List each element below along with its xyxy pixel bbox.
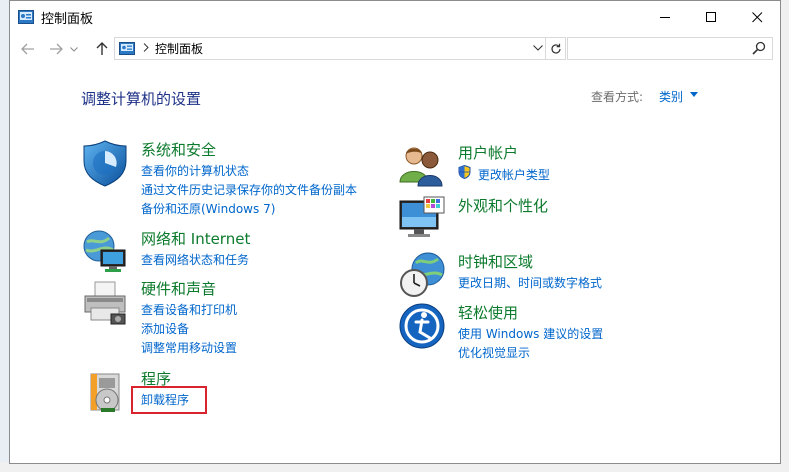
clock-globe-icon[interactable] bbox=[398, 251, 446, 299]
window-title: 控制面板 bbox=[41, 11, 94, 27]
category-user-accounts: 用户帐户 更改帐户类型 bbox=[398, 142, 728, 190]
category-programs: 程序 卸载程序 bbox=[81, 368, 381, 418]
breadcrumb-separator-icon[interactable] bbox=[143, 42, 149, 55]
forward-arrow-icon bbox=[50, 43, 63, 55]
network-globe-icon[interactable] bbox=[81, 228, 129, 276]
page-heading: 调整计算机的设置 bbox=[81, 90, 202, 108]
chevron-down-icon bbox=[70, 46, 78, 52]
category-title-clock-region[interactable]: 时钟和区域 bbox=[458, 251, 533, 272]
up-button[interactable] bbox=[92, 39, 112, 59]
category-title-system-security[interactable]: 系统和安全 bbox=[141, 139, 216, 160]
uac-shield-icon bbox=[458, 164, 471, 180]
breadcrumb-control-panel[interactable]: 控制面板 bbox=[155, 40, 203, 57]
category-appearance: 外观和个性化 bbox=[398, 195, 728, 243]
link-devices-printers[interactable]: 查看设备和打印机 bbox=[141, 301, 237, 320]
link-optimize-visual-display[interactable]: 优化视觉显示 bbox=[458, 344, 603, 363]
refresh-button[interactable] bbox=[545, 38, 565, 59]
link-windows-recommended-settings[interactable]: 使用 Windows 建议的设置 bbox=[458, 325, 603, 344]
back-arrow-icon bbox=[21, 43, 34, 55]
link-add-device[interactable]: 添加设备 bbox=[141, 320, 237, 339]
users-icon[interactable] bbox=[398, 142, 446, 190]
address-dropdown-button[interactable] bbox=[533, 41, 543, 54]
category-hardware-sound: 硬件和声音 查看设备和打印机 添加设备 调整常用移动设置 bbox=[81, 278, 381, 358]
link-change-account-type[interactable]: 更改帐户类型 bbox=[458, 164, 550, 184]
shield-icon[interactable] bbox=[81, 139, 129, 187]
category-clock-region: 时钟和区域 更改日期、时间或数字格式 bbox=[398, 251, 728, 299]
minimize-button[interactable] bbox=[642, 1, 688, 33]
category-title-network-internet[interactable]: 网络和 Internet bbox=[141, 228, 250, 249]
printer-icon[interactable] bbox=[81, 278, 129, 326]
link-backup-restore[interactable]: 备份和还原(Windows 7) bbox=[141, 200, 357, 219]
search-icon[interactable] bbox=[752, 41, 766, 55]
view-by-label: 查看方式: bbox=[591, 90, 644, 104]
link-view-network-status[interactable]: 查看网络状态和任务 bbox=[141, 251, 249, 270]
category-title-appearance[interactable]: 外观和个性化 bbox=[458, 195, 548, 216]
category-network-internet: 网络和 Internet 查看网络状态和任务 bbox=[81, 228, 381, 276]
forward-button[interactable] bbox=[46, 39, 66, 59]
control-panel-icon bbox=[119, 42, 135, 55]
ease-of-access-icon[interactable] bbox=[398, 302, 446, 350]
maximize-button[interactable] bbox=[688, 1, 734, 33]
content-pane: 调整计算机的设置 查看方式: 类别 系统和安全 查看你的计算机状态 通过文件历史… bbox=[10, 65, 780, 463]
search-input[interactable] bbox=[572, 38, 752, 59]
chevron-down-icon bbox=[533, 45, 543, 51]
category-title-ease-of-access[interactable]: 轻松使用 bbox=[458, 302, 518, 323]
category-title-user-accounts[interactable]: 用户帐户 bbox=[458, 142, 518, 163]
history-dropdown-button[interactable] bbox=[68, 39, 80, 59]
link-view-computer-status[interactable]: 查看你的计算机状态 bbox=[141, 162, 357, 181]
link-mobility-settings[interactable]: 调整常用移动设置 bbox=[141, 339, 237, 358]
search-box[interactable] bbox=[567, 37, 773, 60]
address-bar[interactable]: 控制面板 bbox=[114, 37, 566, 60]
link-file-history-backup[interactable]: 通过文件历史记录保存你的文件备份副本 bbox=[141, 181, 357, 200]
link-change-account-type-label: 更改帐户类型 bbox=[477, 168, 550, 182]
refresh-icon bbox=[550, 43, 561, 54]
programs-disc-icon[interactable] bbox=[81, 368, 129, 416]
back-button[interactable] bbox=[18, 39, 38, 59]
view-by-dropdown[interactable]: 类别 bbox=[659, 88, 683, 105]
category-system-security: 系统和安全 查看你的计算机状态 通过文件历史记录保存你的文件备份副本 备份和还原… bbox=[81, 139, 381, 219]
control-panel-icon bbox=[18, 10, 34, 24]
link-change-date-time-format[interactable]: 更改日期、时间或数字格式 bbox=[458, 274, 602, 293]
monitor-palette-icon[interactable] bbox=[398, 195, 446, 243]
title-bar: 控制面板 bbox=[10, 1, 780, 33]
navigation-bar: 控制面板 bbox=[10, 35, 780, 63]
category-ease-of-access: 轻松使用 使用 Windows 建议的设置 优化视觉显示 bbox=[398, 302, 728, 362]
uninstall-highlight-box bbox=[131, 386, 207, 414]
close-button[interactable] bbox=[734, 1, 780, 33]
category-title-hardware-sound[interactable]: 硬件和声音 bbox=[141, 278, 216, 299]
view-by-dropdown-arrow-icon[interactable] bbox=[690, 92, 698, 97]
control-panel-window: 控制面板 控制面板 调整计算机的设置 查看方式: 类别 系统和安全 查看你的计算… bbox=[9, 0, 781, 464]
up-arrow-icon bbox=[96, 42, 108, 55]
